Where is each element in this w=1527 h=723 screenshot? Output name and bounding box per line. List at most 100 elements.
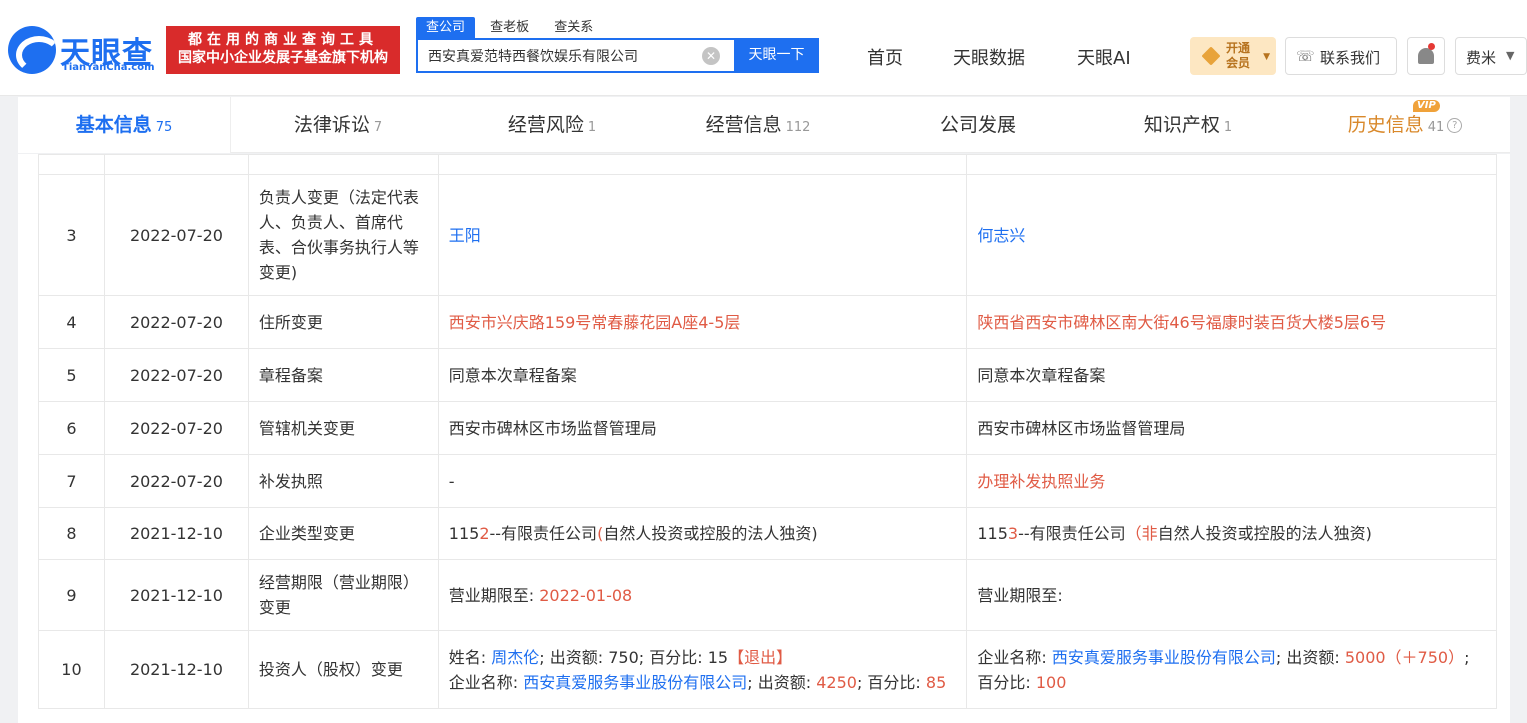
tab-intellectual-property[interactable]: 知识产权 1	[1078, 97, 1298, 153]
row-number: 6	[38, 401, 105, 455]
username: 费米	[1466, 49, 1497, 67]
investor-line: 企业名称: 西安真爱服务事业股份有限公司; 出资额: 4250; 百分比: 85	[449, 670, 957, 695]
text-part: 姓名:	[448, 647, 492, 667]
search-type-tabs: 查公司 查老板 查关系	[416, 16, 603, 39]
tab-count: 112	[785, 120, 811, 135]
tab-litigation[interactable]: 法律诉讼 7	[230, 97, 446, 153]
search-tab-relation[interactable]: 查关系	[544, 17, 603, 39]
change-date: 2021-12-10	[103, 507, 249, 560]
table-row: 4 2022-07-20 住所变更 西安市兴庆路159号常春藤花园A座4-5层 …	[38, 295, 1497, 349]
change-date: 2022-07-20	[103, 295, 249, 349]
investor-line: 姓名: 周杰伦; 出资额: 750; 百分比: 15【退出】	[449, 645, 957, 670]
vip-membership-button[interactable]: 开通 会员 ▼	[1190, 37, 1276, 75]
table-row: 8 2021-12-10 企业类型变更 1152--有限责任公司(自然人投资或控…	[38, 507, 1497, 560]
change-item: 住所变更	[247, 295, 439, 349]
table-row: 3 2022-07-20 负责人变更（法定代表人、负责人、首席代表、合伙事务执行…	[38, 174, 1497, 296]
table-row: 9 2021-12-10 经营期限（营业期限）变更 营业期限至: 2022-01…	[38, 559, 1497, 631]
row-number: 10	[38, 630, 105, 709]
before-value: 西安市碑林区市场监督管理局	[437, 401, 968, 455]
tab-label: 经营风险	[507, 114, 584, 136]
search-button[interactable]: 天眼一下	[734, 38, 819, 73]
person-link[interactable]: 何志兴	[977, 226, 1025, 245]
diff-highlight: 2022-01-08	[539, 585, 633, 605]
cell-empty	[247, 154, 439, 175]
tab-label: 经营信息	[705, 114, 782, 136]
text-part: 营业期限至:	[977, 585, 1063, 605]
change-item: 负责人变更（法定代表人、负责人、首席代表、合伙事务执行人等变更)	[247, 174, 439, 296]
tab-company-development[interactable]: 公司发展	[858, 97, 1098, 153]
before-value: 1152--有限责任公司(自然人投资或控股的法人独资)	[437, 507, 968, 560]
change-item: 经营期限（营业期限）变更	[247, 559, 439, 631]
tab-count: 1	[1223, 120, 1233, 135]
change-date: 2022-07-20	[103, 348, 249, 402]
after-value: 西安市碑林区市场监督管理局	[966, 401, 1497, 455]
search-tab-company[interactable]: 查公司	[416, 17, 476, 39]
tab-label: 基本信息	[75, 114, 152, 136]
row-number: 7	[38, 454, 105, 508]
phone-icon: ☏	[1296, 47, 1315, 65]
change-date: 2021-12-10	[103, 559, 249, 631]
text-part: ; 百分比:	[856, 672, 926, 692]
tab-history-info[interactable]: 历史信息 41?	[1300, 97, 1510, 153]
after-value: 营业期限至:	[966, 559, 1497, 631]
change-records-table: 3 2022-07-20 负责人变更（法定代表人、负责人、首席代表、合伙事务执行…	[38, 154, 1497, 709]
tab-operating-risk[interactable]: 经营风险 1	[446, 97, 658, 153]
row-number: 5	[38, 348, 105, 402]
notification-button[interactable]	[1407, 37, 1445, 75]
exit-tag: 【退出】	[728, 647, 793, 667]
clear-icon[interactable]: ✕	[702, 47, 720, 65]
chevron-down-icon: ▼	[1506, 49, 1515, 62]
diff-highlight: ）	[1448, 647, 1465, 667]
user-menu[interactable]: 费米 ▼	[1455, 37, 1527, 75]
text-part: 自然人投资或控股的法人独资)	[1157, 524, 1372, 543]
text-part: 营业期限至:	[448, 585, 540, 605]
row-number: 8	[38, 507, 105, 560]
table-row: 10 2021-12-10 投资人（股权）变更 姓名: 周杰伦; 出资额: 75…	[38, 630, 1497, 709]
text-part: 企业名称:	[448, 672, 524, 692]
company-link[interactable]: 西安真爱服务事业股份有限公司	[1052, 648, 1276, 667]
text-part: ; 出资额:	[747, 672, 817, 692]
nav-tianyan-ai[interactable]: 天眼AI	[1077, 44, 1131, 70]
search-input[interactable]	[418, 40, 698, 71]
text-part: --有限责任公司	[489, 524, 598, 543]
nav-home[interactable]: 首页	[867, 44, 903, 70]
before-value: -	[437, 454, 968, 508]
table-row: 5 2022-07-20 章程备案 同意本次章程备案 同意本次章程备案	[38, 348, 1497, 402]
text-part: ; 出资额:	[1275, 647, 1345, 667]
help-icon[interactable]: ?	[1447, 118, 1463, 133]
chevron-down-icon: ▼	[1263, 52, 1270, 62]
section-tabs: 基本信息 75 法律诉讼 7 经营风险 1 经营信息 112 公司发展 知识产权 1 历史…	[18, 97, 1510, 153]
slogan-line-1: 都在用的商业查询工具	[188, 32, 378, 48]
tab-label: 公司发展	[939, 114, 1016, 136]
person-link[interactable]: 王阳	[449, 226, 481, 245]
person-link[interactable]: 周杰伦	[491, 648, 539, 667]
tab-count: 1	[587, 120, 597, 135]
change-date: 2022-07-20	[103, 454, 249, 508]
text-part: 115	[448, 524, 480, 543]
row-number: 3	[38, 174, 105, 296]
tab-label: 法律诉讼	[293, 114, 370, 136]
company-link[interactable]: 西安真爱服务事业股份有限公司	[523, 673, 747, 692]
change-item: 章程备案	[247, 348, 439, 402]
tab-count: 7	[373, 120, 383, 135]
tab-basic-info[interactable]: 基本信息 75	[18, 97, 230, 153]
diff-highlight: 5000（＋750	[1344, 647, 1449, 667]
unread-dot	[1428, 43, 1435, 50]
text-part: --有限责任公司	[1018, 524, 1126, 543]
contact-us-button[interactable]: ☏ 联系我们	[1285, 37, 1397, 75]
nav-tianyan-data[interactable]: 天眼数据	[953, 44, 1025, 70]
tab-count: 75	[155, 120, 173, 135]
tianyancha-logo-icon[interactable]	[8, 26, 56, 74]
row-number: 4	[38, 295, 105, 349]
tab-operating-info[interactable]: 经营信息 112	[658, 97, 858, 153]
cell-empty	[38, 154, 105, 175]
change-date: 2022-07-20	[103, 174, 249, 296]
change-item: 补发执照	[247, 454, 439, 508]
after-value: 同意本次章程备案	[966, 348, 1497, 402]
change-item: 管辖机关变更	[247, 401, 439, 455]
before-value: 姓名: 周杰伦; 出资额: 750; 百分比: 15【退出】 企业名称: 西安真…	[437, 630, 968, 709]
contact-us-label: 联系我们	[1320, 49, 1381, 67]
search-tab-boss[interactable]: 查老板	[480, 17, 539, 39]
search-box: ✕	[416, 38, 734, 73]
vip-badge: VIP	[1413, 100, 1440, 112]
